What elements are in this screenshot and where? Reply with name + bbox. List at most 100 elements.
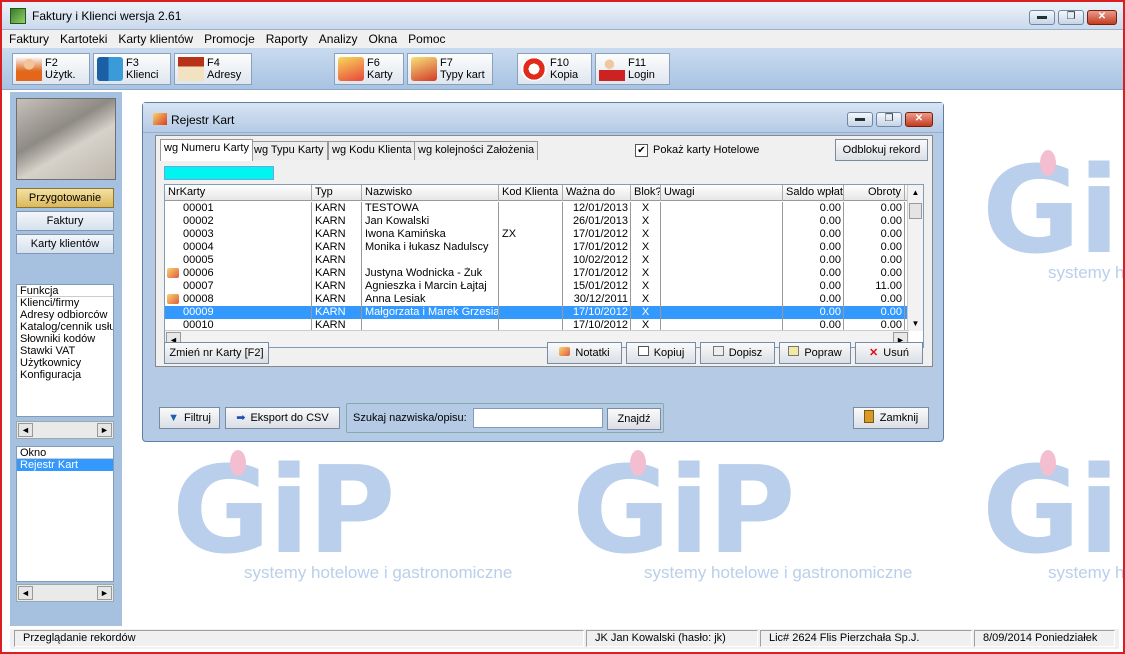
window-list-scrollbar[interactable]: ◄ ►: [16, 584, 114, 602]
edit-icon: [788, 346, 800, 356]
table-row[interactable]: 00004 KARN Monika i łukasz Nadulscy 17/01/2…: [165, 241, 909, 254]
nav-faktury-button[interactable]: Faktury: [16, 211, 114, 231]
menu-pomoc[interactable]: Pomoc: [404, 30, 449, 48]
scroll-thumb[interactable]: [909, 203, 922, 219]
table-vertical-scrollbar[interactable]: ▲ ▼: [907, 185, 923, 331]
nav-karty-klientow-button[interactable]: Karty klientów: [16, 234, 114, 254]
scroll-left-icon[interactable]: ◄: [18, 423, 33, 437]
list-item[interactable]: Stawki VAT: [17, 345, 113, 357]
add-button[interactable]: Dopisz: [700, 342, 775, 364]
nav-przygotowanie-button[interactable]: Przygotowanie: [16, 188, 114, 208]
menu-promocje[interactable]: Promocje: [200, 30, 259, 48]
toolbar-card-types-button[interactable]: F7 Typy kart: [407, 53, 493, 85]
table-row[interactable]: 00009 KARN Małgorzata i Marek Grzesiak 17/1…: [165, 306, 909, 319]
minimize-button[interactable]: ▬: [1029, 10, 1055, 25]
function-list-scrollbar[interactable]: ◄ ►: [16, 421, 114, 439]
notes-button[interactable]: Notatki: [547, 342, 622, 364]
user-icon: [16, 57, 42, 81]
scroll-left-icon[interactable]: ◄: [18, 586, 33, 600]
table-row[interactable]: 00002 KARN Jan Kowalski 26/01/2013 X 0.00 0.00: [165, 215, 909, 228]
column-header[interactable]: NrKarty: [165, 185, 312, 201]
toolbar-label: Karty: [367, 69, 393, 81]
list-item[interactable]: Adresy odbiorców: [17, 309, 113, 321]
table-row[interactable]: 00005 KARN 10/02/2012 X 0.00 0.00: [165, 254, 909, 267]
table-cell-kod: [499, 215, 563, 228]
app-title: Faktury i Klienci wersja 2.61: [32, 9, 182, 23]
menu-analizy[interactable]: Analizy: [315, 30, 362, 48]
tab-numer-karty[interactable]: wg Numeru Karty: [160, 139, 253, 161]
toolbar-backup-button[interactable]: F10 Kopia: [517, 53, 592, 85]
lifebuoy-icon: [521, 57, 547, 81]
change-card-number-button[interactable]: Zmień nr Karty [F2]: [164, 342, 269, 364]
dialog-minimize-button[interactable]: ▬: [847, 112, 873, 127]
table-cell-nr: 00008: [165, 293, 312, 306]
unlock-record-button[interactable]: Odblokuj rekord: [835, 139, 928, 161]
list-item[interactable]: Katalog/cennik usług: [17, 321, 113, 333]
toolbar-addresses-button[interactable]: F4 Adresy: [174, 53, 252, 85]
export-csv-button[interactable]: ➡ Eksport do CSV: [225, 407, 340, 429]
gip-watermark-logo: GiP systemy hotelowe i gastronomiczne: [572, 442, 912, 583]
column-header[interactable]: Ważna do: [563, 185, 631, 201]
column-header[interactable]: Nazwisko: [362, 185, 499, 201]
window-list-item-rejestr-kart[interactable]: Rejestr Kart: [17, 459, 113, 471]
list-item[interactable]: Użytkownicy: [17, 357, 113, 369]
scroll-down-icon[interactable]: ▼: [908, 316, 923, 331]
list-item[interactable]: Słowniki kodów: [17, 333, 113, 345]
column-header[interactable]: Typ: [312, 185, 362, 201]
edit-button[interactable]: Popraw: [779, 342, 851, 364]
show-hotel-cards-checkbox[interactable]: ✔: [635, 144, 648, 157]
list-item[interactable]: Klienci/firmy: [17, 297, 113, 309]
column-header[interactable]: Uwagi: [661, 185, 783, 201]
scroll-right-icon[interactable]: ►: [97, 586, 112, 600]
menu-kartoteki[interactable]: Kartoteki: [56, 30, 111, 48]
toolbar-cards-button[interactable]: F6 Karty: [334, 53, 404, 85]
dialog-close-button[interactable]: ✕: [905, 112, 933, 127]
menu-okna[interactable]: Okna: [364, 30, 401, 48]
scroll-up-icon[interactable]: ▲: [908, 185, 923, 200]
filter-button[interactable]: ▼ Filtruj: [159, 407, 220, 429]
dialog-title: Rejestr Kart: [171, 113, 235, 127]
card-icon: [338, 57, 364, 81]
menu-raporty[interactable]: Raporty: [262, 30, 312, 48]
table-row[interactable]: 00003 KARN Iwona Kamińska ZX 17/01/2012 X 0.00…: [165, 228, 909, 241]
toolbar-clients-button[interactable]: F3 Klienci: [93, 53, 171, 85]
copy-button[interactable]: Kopiuj: [626, 342, 696, 364]
column-header[interactable]: Obroty: [844, 185, 905, 201]
table-cell-obroty: 0.00: [844, 215, 905, 228]
column-header[interactable]: Kod Klienta: [499, 185, 563, 201]
dialog-title-bar: Rejestr Kart ▬ ❐ ✕: [143, 103, 943, 133]
table-row[interactable]: 00001 KARN TESTOWA 12/01/2013 X 0.00 0.00: [165, 202, 909, 215]
delete-button[interactable]: ✕ Usuń: [855, 342, 923, 364]
column-header[interactable]: Saldo wpłat: [783, 185, 844, 201]
table-row[interactable]: 00006 KARN Justyna Wodnicka - Żuk 17/01/201…: [165, 267, 909, 280]
window-list-header: Okno: [17, 447, 113, 459]
table-cell-obroty: 0.00: [844, 306, 905, 319]
dialog-maximize-button[interactable]: ❐: [876, 112, 902, 127]
close-dialog-button[interactable]: Zamknij: [853, 407, 929, 429]
table-cell-wazna: 17/10/2012: [563, 306, 631, 319]
close-button[interactable]: ✕: [1087, 10, 1117, 25]
menu-faktury[interactable]: Faktury: [5, 30, 53, 48]
search-input[interactable]: [473, 408, 603, 428]
table-row[interactable]: 00008 KARN Anna Lesiak 30/12/2011 X 0.00 0.00: [165, 293, 909, 306]
table-cell-blok: X: [631, 228, 661, 241]
list-item[interactable]: Konfiguracja: [17, 369, 113, 381]
menu-karty-klientow[interactable]: Karty klientów: [114, 30, 197, 48]
card-number-search-field[interactable]: [164, 166, 274, 180]
rejestr-kart-dialog: Rejestr Kart ▬ ❐ ✕ wg Numeru Karty wg Ty…: [142, 102, 944, 442]
tab-kolejnosc-zalozenia[interactable]: wg kolejności Założenia: [414, 141, 539, 160]
table-row[interactable]: 00007 KARN Agnieszka i Marcin Łajtaj 15/01/…: [165, 280, 909, 293]
scroll-right-icon[interactable]: ►: [97, 423, 112, 437]
table-cell-kod: [499, 306, 563, 319]
watermark-tagline: systemy ho: [1048, 563, 1123, 582]
maximize-button[interactable]: ❐: [1058, 10, 1084, 25]
toolbar-key: F11: [628, 57, 647, 69]
table-cell-obroty: 0.00: [844, 267, 905, 280]
table-cell-typ: KARN: [312, 215, 362, 228]
tab-typ-karty[interactable]: wg Typu Karty: [250, 141, 328, 160]
tab-kod-klienta[interactable]: wg Kodu Klienta: [328, 141, 416, 160]
toolbar-users-button[interactable]: F2 Użytk.: [12, 53, 90, 85]
toolbar-login-button[interactable]: F11 Login: [595, 53, 670, 85]
find-button[interactable]: Znajdź: [607, 408, 661, 430]
column-header[interactable]: Blok?: [631, 185, 661, 201]
